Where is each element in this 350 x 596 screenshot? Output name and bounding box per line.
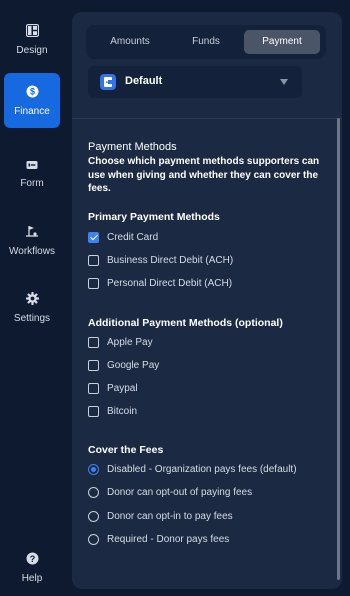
sidebar-item-label: Form xyxy=(20,177,44,189)
option-label: Disabled - Organization pays fees (defau… xyxy=(107,463,297,475)
svg-text:?: ? xyxy=(29,554,35,564)
radio[interactable] xyxy=(88,463,99,475)
tab-payment[interactable]: Payment xyxy=(244,30,320,54)
radio-fees-disabled[interactable]: Disabled - Organization pays fees (defau… xyxy=(88,461,297,477)
checkbox-business-ach[interactable]: Business Direct Debit (ACH) xyxy=(88,252,233,268)
sidebar-item-design[interactable]: Design xyxy=(4,12,60,68)
divider xyxy=(72,118,342,119)
option-label: Paypal xyxy=(107,382,138,394)
sidebar-item-form[interactable]: Form xyxy=(4,146,60,202)
tab-funds[interactable]: Funds xyxy=(168,30,244,54)
checkbox[interactable] xyxy=(88,405,99,417)
additional-methods-title: Additional Payment Methods (optional) xyxy=(88,317,283,329)
radio[interactable] xyxy=(88,533,99,545)
brand-logo-icon xyxy=(100,74,116,90)
primary-methods-title: Primary Payment Methods xyxy=(88,211,220,223)
option-label: Required - Donor pays fees xyxy=(107,533,230,545)
sidebar-item-label: Help xyxy=(21,573,43,584)
radio-fees-opt-in[interactable]: Donor can opt-in to pay fees xyxy=(88,508,233,524)
dollar-circle-icon: $ xyxy=(26,85,38,97)
sidebar: Design $ Finance Form Workflows Settings… xyxy=(0,0,64,596)
checkbox[interactable] xyxy=(88,277,99,289)
option-label: Apple Pay xyxy=(107,336,153,348)
checkbox[interactable] xyxy=(88,254,99,266)
option-label: Bitcoin xyxy=(107,405,138,417)
tab-amounts[interactable]: Amounts xyxy=(92,30,168,54)
option-label: Donor can opt-in to pay fees xyxy=(107,510,233,522)
checkbox-bitcoin[interactable]: Bitcoin xyxy=(88,403,137,419)
sidebar-item-label: Finance xyxy=(14,105,50,117)
sidebar-item-finance[interactable]: $ Finance xyxy=(4,73,60,128)
radio-fees-required[interactable]: Required - Donor pays fees xyxy=(88,531,229,547)
gear-icon xyxy=(25,292,39,305)
layout-icon xyxy=(25,24,39,37)
option-label: Google Pay xyxy=(107,359,160,371)
chevron-down-icon xyxy=(280,79,288,85)
checkbox-paypal[interactable]: Paypal xyxy=(88,380,138,396)
sidebar-item-workflows[interactable]: Workflows xyxy=(4,213,60,269)
option-label: Business Direct Debit (ACH) xyxy=(107,254,234,266)
profile-select-value: Default xyxy=(125,75,163,87)
checkbox-personal-ach[interactable]: Personal Direct Debit (ACH) xyxy=(88,275,232,291)
checkbox-apple-pay[interactable]: Apple Pay xyxy=(88,334,153,350)
workflow-icon xyxy=(26,226,38,237)
svg-text:$: $ xyxy=(29,86,34,96)
tab-bar: Amounts Funds Payment xyxy=(86,25,326,59)
option-label: Donor can opt-out of paying fees xyxy=(107,486,253,498)
radio[interactable] xyxy=(88,510,99,522)
section-description: Choose which payment methods supporters … xyxy=(88,156,320,194)
checkbox-credit-card[interactable]: Credit Card xyxy=(88,229,158,245)
radio[interactable] xyxy=(88,486,99,498)
sidebar-item-settings[interactable]: Settings xyxy=(4,280,60,336)
profile-select[interactable]: Default xyxy=(88,66,302,98)
checkbox[interactable] xyxy=(88,231,99,243)
checkbox[interactable] xyxy=(88,382,99,394)
payment-settings-panel: Amounts Funds Payment Default Payment Me… xyxy=(72,12,342,589)
checkbox-google-pay[interactable]: Google Pay xyxy=(88,357,159,373)
sidebar-item-label: Workflows xyxy=(9,246,55,257)
question-circle-icon: ? xyxy=(26,552,38,565)
sidebar-item-label: Design xyxy=(16,45,48,56)
radio-fees-opt-out[interactable]: Donor can opt-out of paying fees xyxy=(88,484,252,500)
checkbox[interactable] xyxy=(88,336,99,348)
sidebar-item-label: Settings xyxy=(13,313,51,324)
form-icon xyxy=(26,160,38,169)
scrollbar[interactable] xyxy=(337,118,340,580)
cover-fees-title: Cover the Fees xyxy=(88,444,164,456)
checkbox[interactable] xyxy=(88,359,99,371)
sidebar-item-help[interactable]: ? Help xyxy=(4,545,60,591)
option-label: Personal Direct Debit (ACH) xyxy=(107,277,233,289)
section-title: Payment Methods xyxy=(88,141,177,153)
option-label: Credit Card xyxy=(107,231,159,243)
